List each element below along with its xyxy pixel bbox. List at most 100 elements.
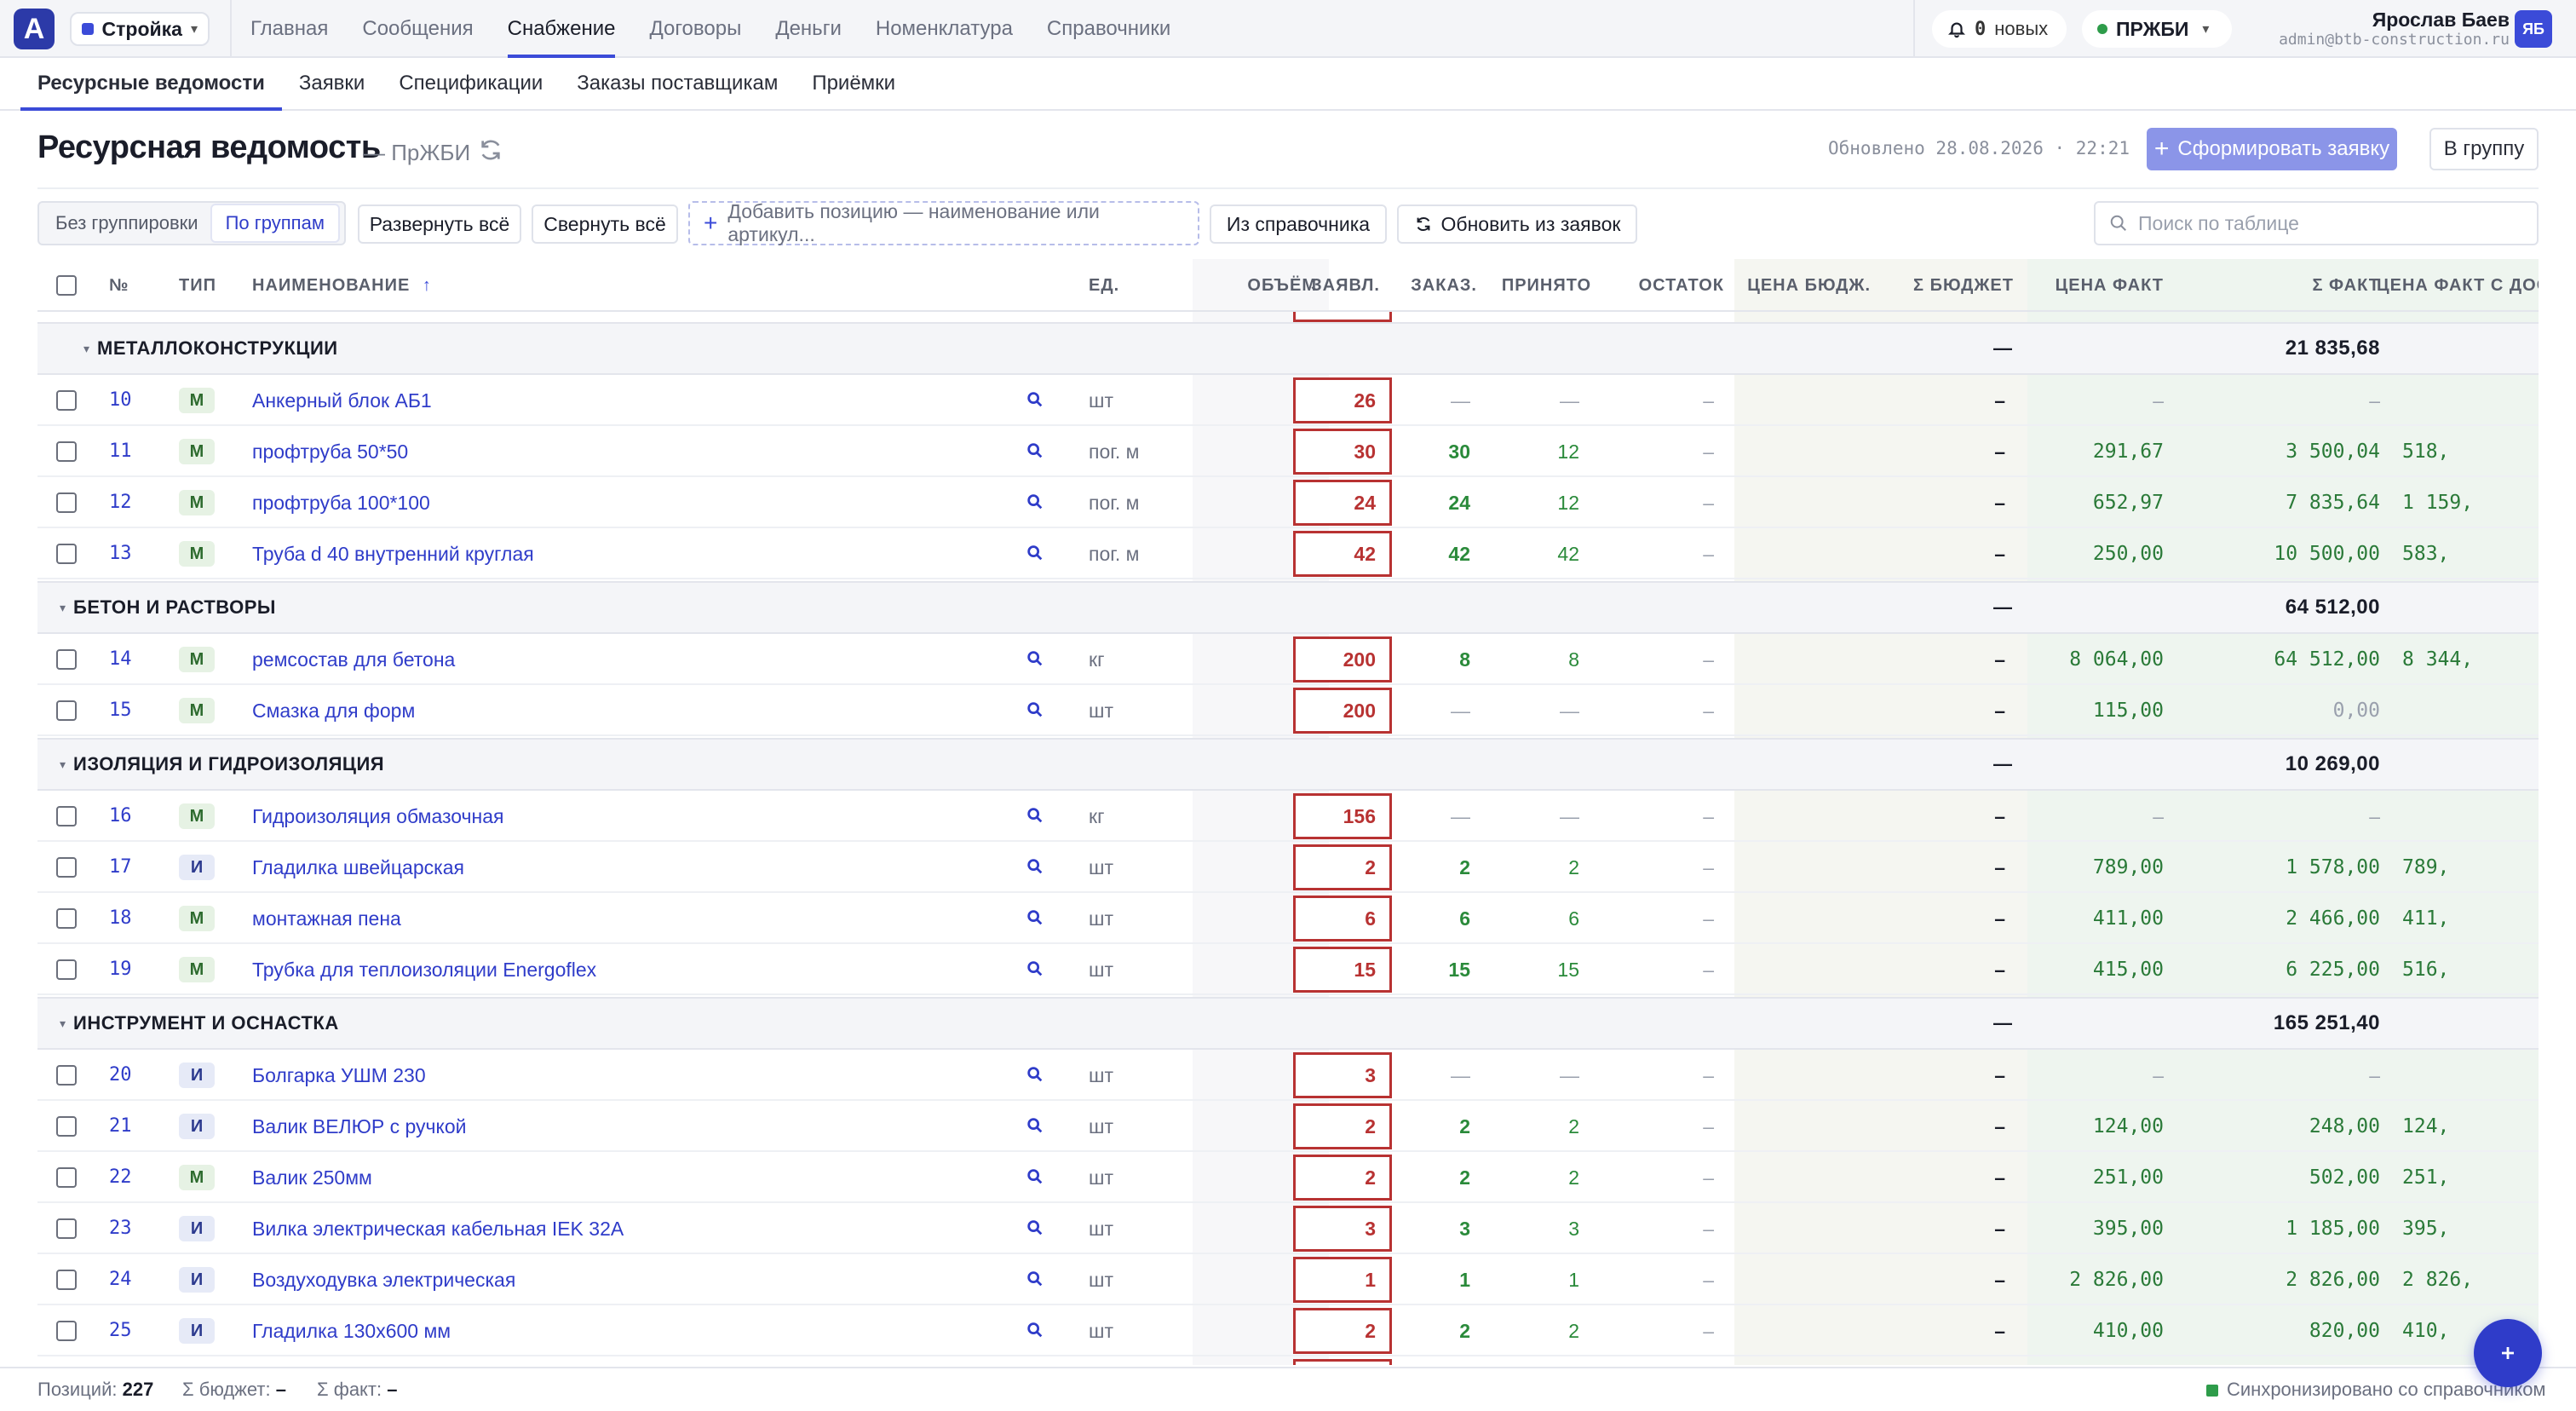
row-number-link[interactable]: 14	[109, 636, 132, 683]
search-icon[interactable]	[1026, 492, 1044, 511]
declared-cell[interactable]: 1	[1293, 1257, 1392, 1303]
item-name-link[interactable]: Болгарка УШМ 230	[252, 1051, 426, 1099]
declared-cell[interactable]: 3	[1293, 1206, 1392, 1252]
table-row[interactable]: 11Мпрофтруба 50*50пог. м0303012––291,673…	[37, 428, 2539, 477]
row-checkbox[interactable]	[56, 908, 77, 929]
tab-receipts[interactable]: Приёмки	[795, 60, 912, 109]
item-name-link[interactable]: профтруба 50*50	[252, 428, 408, 475]
group-row[interactable]: ▾ ИЗОЛЯЦИЯ И ГИДРОИЗОЛЯЦИЯ — 10 269,00	[37, 738, 2539, 791]
item-name-link[interactable]: Анкерный блок АБ1	[252, 377, 432, 424]
row-number-link[interactable]: 12	[109, 479, 132, 527]
app-logo[interactable]: A	[14, 9, 55, 49]
table-row[interactable]: 17ИГладилка швейцарскаяшт0222––789,001 5…	[37, 844, 2539, 893]
tab-resource-sheets[interactable]: Ресурсные ведомости	[20, 60, 282, 111]
declared-cell[interactable]: 2	[1293, 1308, 1392, 1354]
search-icon[interactable]	[1026, 544, 1044, 562]
search-icon[interactable]	[1026, 1218, 1044, 1237]
tab-requests[interactable]: Заявки	[282, 60, 382, 109]
avatar[interactable]: ЯБ	[2515, 10, 2552, 48]
nav-home[interactable]: Главная	[250, 0, 328, 58]
table-row[interactable]: 24ИВоздуходувка электрическаяшт0111––2 8…	[37, 1256, 2539, 1305]
caret-down-icon[interactable]: ▾	[83, 324, 90, 373]
item-name-link[interactable]: Гладилка 130x600 мм	[252, 1307, 451, 1355]
col-fact-sum[interactable]: Σ ФАКТ	[2201, 259, 2380, 312]
item-name-link[interactable]: монтажная пена	[252, 895, 401, 942]
search-icon[interactable]	[1026, 1116, 1044, 1135]
search-icon[interactable]	[1026, 1270, 1044, 1288]
item-name-link[interactable]: ремсостав для бетона	[252, 636, 455, 683]
search-icon[interactable]	[1026, 857, 1044, 876]
caret-down-icon[interactable]: ▾	[60, 740, 66, 789]
col-fact-price-vat[interactable]: ЦЕНА ФАКТ С ДОС	[2377, 259, 2539, 312]
table-row[interactable]: 20ИБолгарка УШМ 230шт03——––––	[37, 1051, 2539, 1101]
row-checkbox[interactable]	[56, 1270, 77, 1290]
row-number-link[interactable]: 26	[109, 1358, 132, 1365]
col-remainder[interactable]: ОСТАТОК	[1596, 259, 1724, 312]
refresh-from-requests-button[interactable]: Обновить из заявок	[1397, 204, 1637, 244]
table-row[interactable]: 14Мремсостав для бетонакг020088––8 064,0…	[37, 636, 2539, 685]
row-checkbox[interactable]	[56, 544, 77, 564]
item-name-link[interactable]: Гладилка швейцарская	[252, 844, 464, 891]
row-checkbox[interactable]	[56, 700, 77, 721]
col-num[interactable]: №	[109, 259, 129, 312]
row-checkbox[interactable]	[56, 492, 77, 513]
table-row[interactable]: 23 И Вилка электрическая кабельная IEK 32А…	[37, 1205, 2539, 1254]
row-checkbox[interactable]	[56, 390, 77, 411]
item-name-link[interactable]: Воздуходувка электрическая	[252, 1256, 515, 1304]
select-all-checkbox[interactable]	[56, 275, 77, 296]
declared-cell[interactable]: 200	[1293, 688, 1392, 734]
col-declared[interactable]: ЗАЯВЛ.	[1293, 259, 1380, 312]
nav-nomenclature[interactable]: Номенклатура	[876, 0, 1013, 58]
col-unit[interactable]: ЕД.	[1089, 259, 1119, 312]
notifications-button[interactable]: 0 новых	[1932, 10, 2067, 48]
declared-cell[interactable]: 2	[1293, 1359, 1392, 1365]
row-number-link[interactable]: 22	[109, 1154, 132, 1201]
declared-cell[interactable]: 156	[1293, 793, 1392, 839]
from-directory-button[interactable]: Из справочника	[1210, 204, 1387, 244]
row-number-link[interactable]: 23	[109, 1205, 132, 1253]
row-number-link[interactable]: 17	[109, 844, 132, 891]
caret-down-icon[interactable]: ▾	[60, 583, 66, 632]
row-number-link[interactable]: 25	[109, 1307, 132, 1355]
declared-cell[interactable]: 15	[1293, 947, 1392, 993]
row-number-link[interactable]: 20	[109, 1051, 132, 1099]
item-name-link[interactable]: Гидроизоляция обмазочная	[252, 792, 504, 840]
group-row[interactable]: ▾ ИНСТРУМЕНТ И ОСНАСТКА — 165 251,40	[37, 997, 2539, 1050]
search-icon[interactable]	[1026, 1167, 1044, 1186]
row-number-link[interactable]: 16	[109, 792, 132, 840]
declared-cell[interactable]: 3	[1293, 1052, 1392, 1098]
organization-select[interactable]: ПРЖБИ ▾	[2082, 10, 2232, 48]
row-checkbox[interactable]	[56, 959, 77, 980]
search-icon[interactable]	[1026, 441, 1044, 460]
col-budget-price[interactable]: ЦЕНА БЮДЖ.	[1734, 259, 1871, 312]
search-icon[interactable]	[1026, 959, 1044, 978]
declared-cell[interactable]: 30	[1293, 429, 1392, 475]
nav-directories[interactable]: Справочники	[1047, 0, 1170, 58]
row-checkbox[interactable]	[56, 1065, 77, 1086]
add-position-input[interactable]: + Добавить позицию — наименование или ар…	[688, 200, 1199, 245]
add-fab-button[interactable]	[2474, 1319, 2542, 1387]
col-type[interactable]: ТИП	[179, 259, 216, 312]
row-checkbox[interactable]	[56, 806, 77, 826]
table-row[interactable]: 21ИВалик ВЕЛЮР с ручкойшт0222––124,00248…	[37, 1103, 2539, 1152]
item-name-link[interactable]: Валик ВЕЛЮР с ручкой	[252, 1103, 466, 1150]
declared-cell[interactable]: 2	[1293, 1103, 1392, 1149]
row-checkbox[interactable]	[56, 1116, 77, 1137]
item-name-link[interactable]: Вилка электрическая кабельная IEK 32А	[252, 1205, 624, 1253]
row-checkbox[interactable]	[56, 1218, 77, 1239]
row-checkbox[interactable]	[56, 441, 77, 462]
row-number-link[interactable]: 15	[109, 687, 132, 734]
project-select[interactable]: Стройка ▾	[70, 12, 210, 46]
table-row[interactable]: 15МСмазка для формшт0200——––115,000,00	[37, 687, 2539, 736]
table-row[interactable]: 19 М Трубка для теплоизоляции Energoflex шт…	[37, 946, 2539, 995]
search-icon[interactable]	[1026, 1321, 1044, 1339]
table-row[interactable]: 25ИГладилка 130x600 ммшт0222––410,00820,…	[37, 1307, 2539, 1356]
col-name[interactable]: НАИМЕНОВАНИЕ ↑	[252, 259, 432, 312]
search-icon[interactable]	[1026, 806, 1044, 825]
item-name-link[interactable]: Трубка для теплоизоляции Energoflex	[252, 946, 596, 993]
caret-down-icon[interactable]: ▾	[60, 999, 66, 1048]
item-name-link[interactable]: Смазка для форм	[252, 687, 415, 734]
row-checkbox[interactable]	[56, 649, 77, 670]
by-groups-option[interactable]: По группам	[211, 205, 338, 241]
row-number-link[interactable]: 10	[109, 377, 132, 424]
